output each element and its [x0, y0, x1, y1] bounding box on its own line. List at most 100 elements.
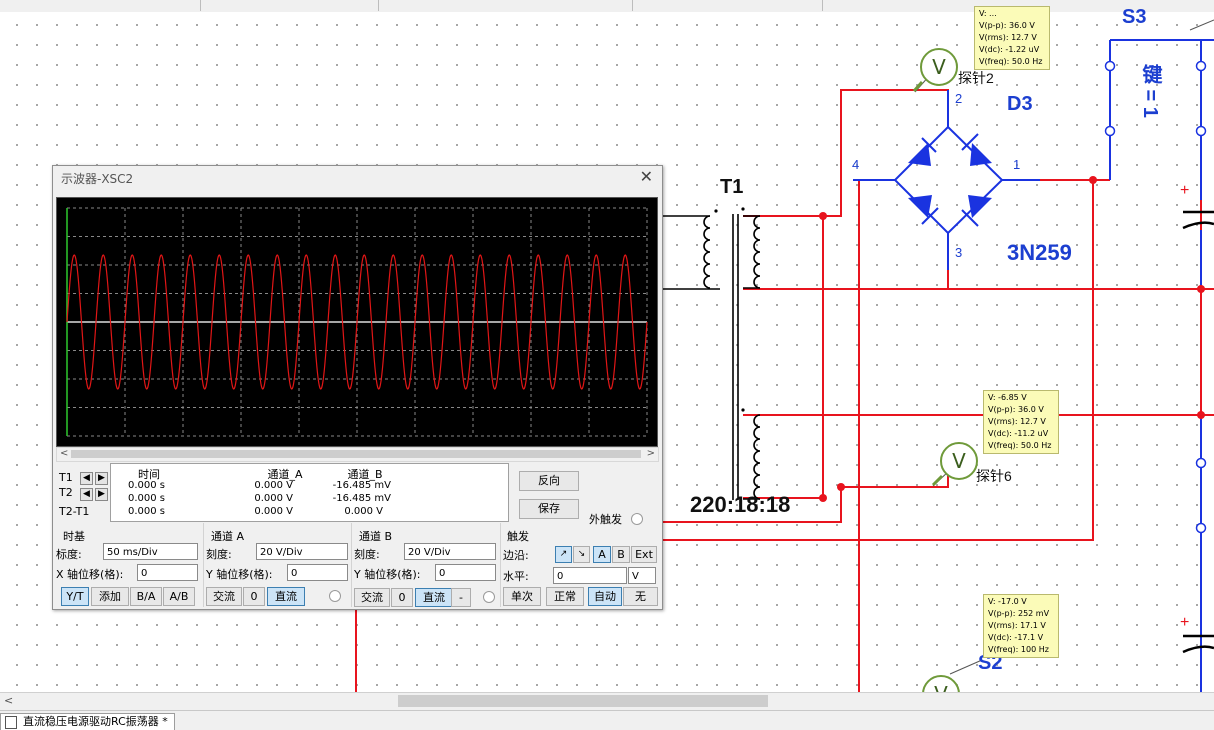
channel-b-scale-field[interactable]: 20 V/Div — [404, 543, 496, 560]
oscilloscope-screen[interactable] — [56, 197, 658, 447]
channel-b-invert-button[interactable]: - — [451, 588, 471, 607]
ext-trigger-radio[interactable] — [631, 513, 643, 525]
transformer[interactable] — [660, 214, 761, 500]
junction-dot — [1197, 411, 1205, 419]
arrow-right-icon[interactable]: ▶ — [95, 472, 108, 485]
channel-a-radio[interactable] — [329, 590, 341, 602]
document-tab[interactable]: 直流稳压电源驱动RC振荡器 * — [0, 713, 175, 730]
bridge-label: D3 — [1007, 93, 1033, 115]
junction-dot — [1089, 176, 1097, 184]
canvas-horizontal-scrollbar[interactable]: < — [0, 692, 1214, 710]
close-icon[interactable]: ✕ — [640, 167, 653, 186]
trigger-single-button[interactable]: 单次 — [503, 587, 541, 606]
polarity-dot — [741, 408, 745, 412]
x-position-field[interactable]: 0 — [137, 564, 198, 581]
save-button[interactable]: 保存 — [519, 499, 579, 519]
toolbar-segment — [378, 0, 633, 11]
junction-dot — [837, 483, 845, 491]
pin-label: 3 — [955, 245, 963, 260]
chevron-left-icon[interactable]: < — [60, 448, 68, 460]
probe-line: V(freq): 50.0 Hz — [988, 441, 1052, 450]
oscilloscope-window[interactable]: 示波器-XSC2 ✕ < > T1 T2 T2-T1 ◀ ▶ ◀ ▶ 时间 通道… — [52, 165, 663, 610]
channel-b-dc-button[interactable]: 直流 — [415, 588, 453, 607]
probe-name: 探针2 — [958, 70, 994, 86]
channel-b-ypos-field[interactable]: 0 — [435, 564, 496, 581]
wire — [841, 470, 949, 488]
channel-a-scale-field[interactable]: 20 V/Div — [256, 543, 348, 560]
junction-dot — [819, 212, 827, 220]
probe-name: 探针6 — [976, 468, 1012, 484]
trigger-none-button[interactable]: 无 — [623, 587, 658, 606]
arrow-left-icon[interactable]: ◀ — [80, 488, 93, 501]
pin-label: 1 — [1013, 157, 1021, 172]
bridge-part-number: 3N259 — [1007, 240, 1072, 265]
channel-a-dc-button[interactable]: 直流 — [267, 587, 305, 606]
voltmeter-probe-icon[interactable]: V — [940, 442, 978, 480]
mode-ab-button[interactable]: A/B — [163, 587, 195, 606]
document-tab-label: 直流稳压电源驱动RC振荡器 * — [23, 715, 168, 728]
channel-a-value: 0.000 V — [254, 480, 293, 491]
channel-a-value: 0.000 V — [254, 493, 293, 504]
probe-line: V: -17.0 V — [988, 597, 1027, 606]
falling-edge-button[interactable]: ↘ — [573, 546, 590, 563]
document-icon — [5, 716, 17, 729]
channel-a-ac-button[interactable]: 交流 — [206, 587, 242, 606]
cursor-readout-table: 时间 通道_A 通道_B 0.000 s 0.000 V -16.485 mV … — [110, 463, 509, 522]
switch-label: S3 — [1122, 6, 1147, 28]
probe-letter: V — [952, 449, 966, 473]
channel-b-radio[interactable] — [483, 591, 495, 603]
arrow-right-icon[interactable]: ▶ — [95, 488, 108, 501]
trigger-level-unit[interactable]: V — [628, 567, 656, 584]
probe-line: V: -6.85 V — [988, 393, 1027, 402]
chevron-right-icon[interactable]: > — [647, 448, 655, 460]
probe-line: V: ... — [979, 9, 997, 18]
channel-b-title: 通道 B — [359, 530, 393, 543]
probe-letter: V — [932, 55, 946, 79]
toolbar-segment — [200, 0, 379, 11]
wire — [743, 215, 824, 499]
trigger-auto-button[interactable]: 自动 — [588, 587, 622, 606]
trigger-source-b-button[interactable]: B — [612, 546, 630, 563]
arrow-left-icon[interactable]: ◀ — [80, 472, 93, 485]
mode-add-button[interactable]: 添加 — [91, 587, 129, 606]
timebase-title: 时基 — [63, 530, 85, 543]
probe-readout: V: ... V(p-p): 36.0 V V(rms): 12.7 V V(d… — [974, 6, 1050, 70]
mode-ba-button[interactable]: B/A — [130, 587, 162, 606]
probe-line: V(dc): -17.1 V — [988, 633, 1044, 642]
probe-line: V(freq): 100 Hz — [988, 645, 1049, 654]
scrollbar-thumb[interactable] — [398, 695, 768, 707]
trigger-normal-button[interactable]: 正常 — [546, 587, 584, 606]
timebase-scale-field[interactable]: 50 ms/Div — [103, 543, 198, 560]
trigger-level-field[interactable]: 0 — [553, 567, 627, 584]
switch-contact — [1195, 457, 1207, 469]
time-value: 0.000 s — [127, 493, 165, 504]
mode-yt-button[interactable]: Y/T — [61, 587, 89, 606]
trigger-source-a-button[interactable]: A — [593, 546, 611, 563]
switch-contact — [1195, 60, 1207, 72]
channel-b-ac-button[interactable]: 交流 — [354, 588, 390, 607]
oscilloscope-plot — [66, 207, 648, 437]
channel-a-ypos-field[interactable]: 0 — [287, 564, 348, 581]
bridge-rectifier[interactable] — [893, 125, 1004, 235]
channel-b-zero-button[interactable]: 0 — [391, 588, 413, 607]
probe-line: V(rms): 17.1 V — [988, 621, 1046, 630]
pin-label: 2 — [955, 91, 963, 106]
x-position-label: X 轴位移(格): — [56, 568, 124, 581]
channel-a-zero-button[interactable]: 0 — [243, 587, 265, 606]
switch-key-label: 键 = 1 — [1139, 64, 1161, 118]
channel-a-ypos-label: Y 轴位移(格): — [206, 568, 273, 581]
scrollbar-thumb[interactable] — [71, 450, 641, 458]
polarity-dot — [714, 209, 718, 213]
oscilloscope-scrollbar[interactable]: < > — [56, 447, 659, 462]
rising-edge-button[interactable]: ↗ — [555, 546, 572, 563]
chevron-left-icon[interactable]: < — [4, 694, 13, 707]
channel-b-value: 0.000 V — [344, 506, 383, 517]
channel-b-scale-label: 刻度: — [354, 548, 380, 561]
voltmeter-probe-icon[interactable]: V — [920, 48, 958, 86]
trigger-source-ext-button[interactable]: Ext — [631, 546, 657, 563]
reverse-button[interactable]: 反向 — [519, 471, 579, 491]
channel-b-ypos-label: Y 轴位移(格): — [354, 568, 421, 581]
time-value: 0.000 s — [127, 506, 165, 517]
probe-line: V(dc): -1.22 uV — [979, 45, 1040, 54]
toolbar-segment — [632, 0, 823, 11]
